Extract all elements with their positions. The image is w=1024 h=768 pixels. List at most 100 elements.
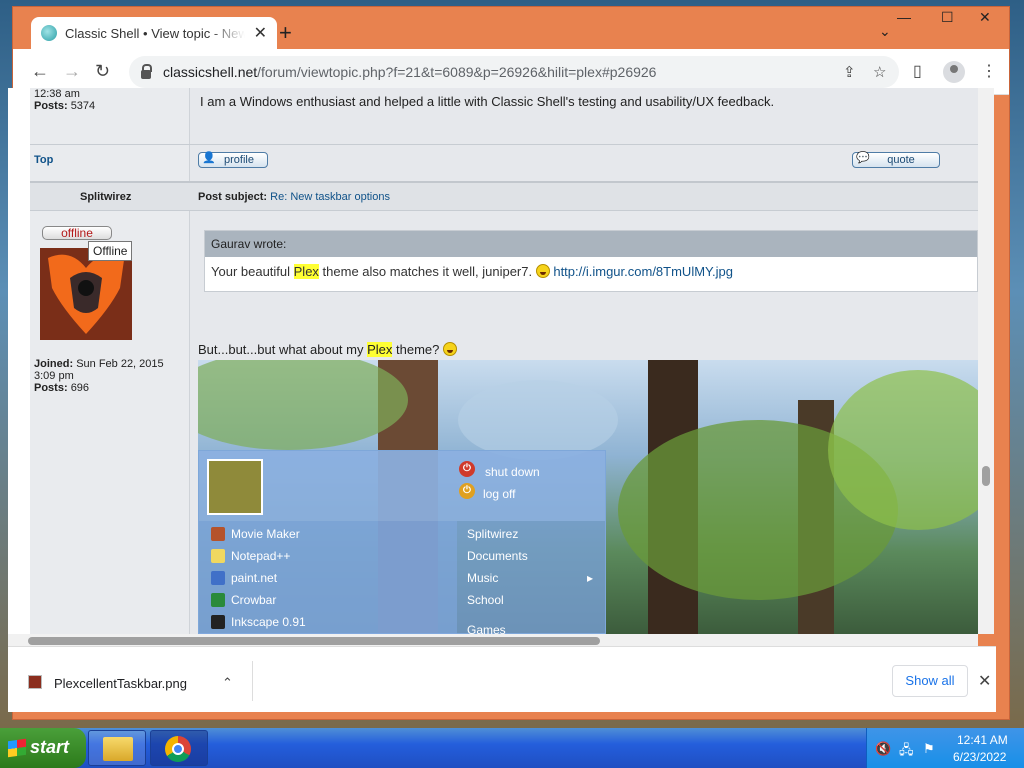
notepad-icon bbox=[211, 549, 225, 563]
quote-author: Gaurav wrote: bbox=[205, 231, 977, 257]
start-menu-item: Crowbar bbox=[231, 593, 277, 607]
back-icon[interactable]: ← bbox=[31, 61, 49, 82]
shutdown-icon: ⏻ bbox=[459, 461, 475, 477]
start-menu-programs: Movie Maker Notepad++ paint.net Crowbar … bbox=[199, 521, 457, 634]
action-center-icon[interactable]: ⚑ bbox=[923, 741, 935, 757]
user-picture bbox=[207, 459, 263, 515]
lock-icon[interactable] bbox=[141, 63, 152, 79]
reply-text: But...but...but what about my Plex theme… bbox=[198, 342, 457, 357]
clock-date[interactable]: 6/23/2022 bbox=[953, 750, 1006, 764]
post-subject-link[interactable]: Re: New taskbar options bbox=[270, 191, 390, 203]
quote-link[interactable]: http://i.imgur.com/8TmUlMY.jpg bbox=[553, 264, 733, 279]
tab-close-icon[interactable]: ✕ bbox=[254, 23, 267, 43]
joined-info: Joined: Sun Feb 22, 2015 3:09 pm Posts: … bbox=[34, 358, 164, 394]
image-file-icon bbox=[28, 675, 42, 689]
logoff-label: log off bbox=[483, 487, 516, 501]
quote-text: Your beautiful Plex theme also matches i… bbox=[211, 264, 733, 279]
side-panel-icon[interactable]: ▯ bbox=[913, 61, 922, 81]
horizontal-scroll-thumb[interactable] bbox=[28, 637, 600, 645]
start-menu-item: Movie Maker bbox=[231, 527, 300, 541]
chrome-icon bbox=[165, 736, 191, 762]
show-all-button[interactable]: Show all bbox=[892, 665, 968, 697]
start-menu-item: Notepad++ bbox=[231, 549, 291, 563]
classic-shell-favicon-icon bbox=[41, 25, 57, 41]
volume-muted-icon[interactable]: 🔇 bbox=[875, 741, 891, 757]
start-menu-item: paint.net bbox=[231, 571, 278, 585]
attached-screenshot: ⏻ shut down ⏻ log off Movie Maker Notepa… bbox=[198, 360, 978, 634]
post-subject: Post subject: Re: New taskbar options bbox=[198, 191, 390, 203]
start-menu-header: ⏻ shut down ⏻ log off bbox=[199, 451, 605, 521]
browser-tab[interactable]: Classic Shell • View topic - New taskbar… bbox=[31, 17, 277, 49]
profile-button-label: profile bbox=[224, 154, 254, 166]
shutdown-label: shut down bbox=[485, 465, 540, 479]
page-content: 12:38 am Posts: 5374 I am a Windows enth… bbox=[8, 88, 986, 634]
offline-tooltip: Offline bbox=[88, 241, 133, 261]
prev-post-time: 12:38 am bbox=[34, 88, 80, 100]
forward-icon[interactable]: → bbox=[63, 61, 81, 82]
prev-post-count: Posts: 5374 bbox=[34, 100, 96, 112]
start-menu-place: Games bbox=[467, 623, 506, 634]
taskbar-file-explorer[interactable] bbox=[88, 730, 146, 766]
top-link[interactable]: Top bbox=[34, 154, 53, 166]
divider bbox=[30, 144, 978, 145]
post-header: Splitwirez Post subject: Re: New taskbar… bbox=[30, 181, 978, 211]
submenu-arrow-icon: ▸ bbox=[587, 571, 594, 585]
url-host: classicshell.net bbox=[163, 64, 258, 80]
start-label: start bbox=[30, 737, 70, 757]
start-menu-place: Music bbox=[467, 571, 499, 585]
windows-logo-icon bbox=[8, 738, 26, 758]
star-icon[interactable]: ☆ bbox=[873, 63, 886, 81]
close-window-button[interactable]: ✕ bbox=[979, 9, 991, 26]
profile-button[interactable]: 👤 profile bbox=[198, 152, 268, 168]
prev-post-text: I am a Windows enthusiast and helped a l… bbox=[200, 94, 775, 109]
quote-block: Gaurav wrote: Your beautiful Plex theme … bbox=[204, 230, 978, 292]
smiley-icon bbox=[535, 264, 550, 278]
profile-avatar-icon[interactable] bbox=[943, 61, 965, 83]
start-menu-item: Inkscape 0.91 bbox=[231, 615, 306, 629]
logoff-icon: ⏻ bbox=[459, 483, 475, 499]
taskbar-chrome[interactable] bbox=[150, 730, 208, 766]
network-icon[interactable]: 🖧 bbox=[899, 741, 914, 763]
offline-status-button[interactable]: offline bbox=[42, 226, 112, 240]
start-menu-place: Splitwirez bbox=[467, 527, 519, 541]
minimize-button[interactable]: — bbox=[897, 9, 911, 25]
kebab-menu-icon[interactable]: ⋮ bbox=[981, 61, 997, 81]
share-icon[interactable]: ⇪ bbox=[843, 63, 856, 81]
new-tab-button[interactable]: + bbox=[279, 22, 292, 44]
tab-search-button[interactable]: ⌄ bbox=[879, 23, 891, 40]
movie-maker-icon bbox=[211, 527, 225, 541]
forum-thread: 12:38 am Posts: 5374 I am a Windows enth… bbox=[30, 88, 978, 634]
post-author[interactable]: Splitwirez bbox=[80, 191, 131, 203]
search-highlight: Plex bbox=[293, 264, 319, 279]
quote-button[interactable]: 💬 quote bbox=[852, 152, 940, 168]
horizontal-scrollbar[interactable] bbox=[8, 634, 978, 646]
taskbar: start 🔇 🖧 ⚑ 12:41 AM 6/23/2022 bbox=[0, 728, 1024, 768]
crowbar-icon bbox=[211, 593, 225, 607]
start-menu-place: Documents bbox=[467, 549, 528, 563]
title-bar: Classic Shell • View topic - New taskbar… bbox=[13, 7, 1009, 49]
address-bar[interactable]: classicshell.net/forum/viewtopic.php?f=2… bbox=[129, 56, 899, 88]
user-avatar bbox=[40, 248, 132, 340]
start-menu-preview: ⏻ shut down ⏻ log off Movie Maker Notepa… bbox=[198, 450, 606, 634]
search-highlight: Plex bbox=[367, 342, 393, 357]
system-tray: 🔇 🖧 ⚑ 12:41 AM 6/23/2022 bbox=[866, 728, 1024, 768]
url-path: /forum/viewtopic.php?f=21&t=6089&p=26926… bbox=[257, 64, 657, 80]
quote-button-label: quote bbox=[887, 154, 915, 166]
tab-title: Classic Shell • View topic - New taskbar… bbox=[65, 25, 245, 41]
avatar-image bbox=[40, 248, 132, 340]
reload-icon[interactable]: ↻ bbox=[95, 61, 110, 82]
inkscape-icon bbox=[211, 615, 225, 629]
download-filename[interactable]: PlexcellentTaskbar.png bbox=[54, 676, 187, 691]
clock-time[interactable]: 12:41 AM bbox=[957, 733, 1008, 747]
divider bbox=[252, 661, 253, 701]
quote-icon: 💬 bbox=[856, 152, 870, 164]
folder-icon bbox=[103, 737, 133, 761]
close-downloads-icon[interactable]: ✕ bbox=[978, 671, 991, 691]
start-button[interactable]: start bbox=[0, 728, 86, 768]
maximize-button[interactable]: ☐ bbox=[941, 9, 954, 26]
vertical-scrollbar[interactable] bbox=[978, 88, 994, 634]
paint-net-icon bbox=[211, 571, 225, 585]
profile-icon: 👤 bbox=[202, 152, 216, 164]
chevron-up-icon[interactable]: ⌃ bbox=[222, 675, 233, 691]
vertical-scroll-thumb[interactable] bbox=[982, 466, 990, 486]
